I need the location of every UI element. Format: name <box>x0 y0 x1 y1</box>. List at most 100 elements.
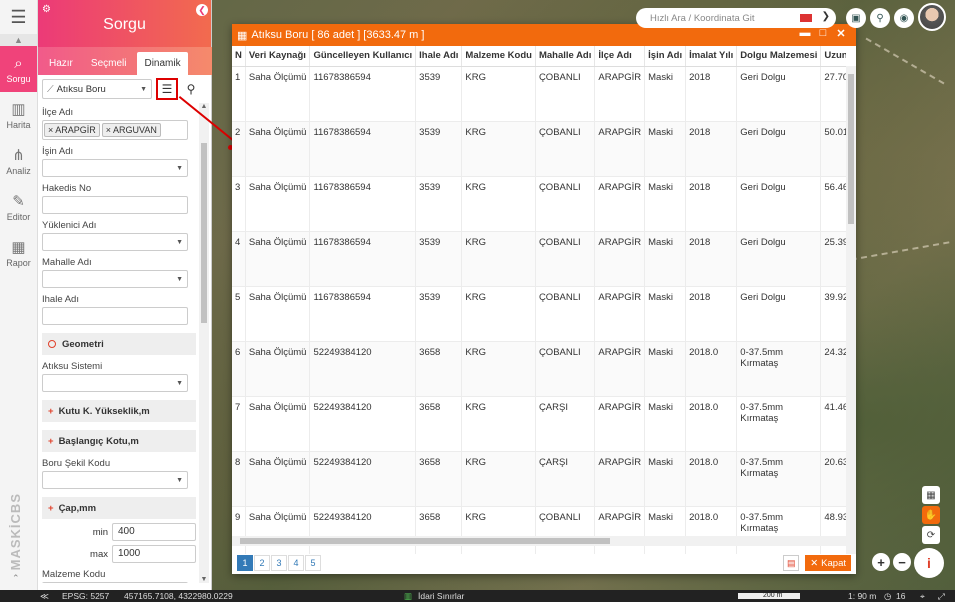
table-row[interactable]: 3 Saha Ölçümü 11678386594 3539 KRG ÇOBANLI ARA… <box>232 176 846 232</box>
section-geometri[interactable]: Geometri <box>42 333 196 355</box>
table-row[interactable]: 2 Saha Ölçümü 11678386594 3539 KRG ÇOBANLI ARA… <box>232 121 846 177</box>
close-icon[interactable]: ✕ <box>832 27 850 40</box>
scroll-thumb[interactable] <box>848 74 854 224</box>
column-header[interactable]: Ihale Adı <box>415 46 463 67</box>
page-button[interactable]: 5 <box>305 555 321 571</box>
column-header[interactable]: İşin Adı <box>644 46 687 67</box>
scroll-up-icon[interactable]: ▲ <box>199 103 209 110</box>
min-input[interactable]: 400 <box>112 523 196 541</box>
sorgu-panel: ⚙ Sorgu ❮ Hazır Seçmeli Dinamik ⟋ Atıksu… <box>38 0 212 590</box>
atiksu-sistemi-select[interactable]: ▼ <box>42 374 188 392</box>
table-cell: 11678386594 <box>309 66 417 122</box>
epsg-select[interactable]: EPSG: 5257 <box>62 590 109 602</box>
table-v-scrollbar[interactable] <box>846 66 856 554</box>
nav-label: Editor <box>6 212 31 222</box>
page-button[interactable]: 3 <box>271 555 287 571</box>
yuklenici-select[interactable]: ▼ <box>42 233 188 251</box>
analysis-icon: ⋔ <box>12 147 25 164</box>
table-cell: 50.0153563194091 <box>820 121 846 177</box>
tab-dinamik[interactable]: Dinamik <box>137 52 188 75</box>
layer-select[interactable]: ⟋ Atıksu Boru ▼ <box>42 79 152 99</box>
hakedis-input[interactable] <box>42 196 188 214</box>
column-header[interactable]: Mahalle Adı <box>535 46 596 67</box>
max-input[interactable]: 1000 <box>112 545 196 563</box>
refresh-icon[interactable]: ⟳ <box>922 526 940 544</box>
table-row[interactable]: 1 Saha Ölçümü 11678386594 3539 KRG ÇOBANLI ARA… <box>232 66 846 122</box>
table-row[interactable]: 5 Saha Ölçümü 11678386594 3539 KRG ÇOBANLI ARA… <box>232 286 846 342</box>
section-kutu[interactable]: + Kutu K. Yükseklik,m <box>42 400 196 422</box>
ihale-input[interactable] <box>42 307 188 325</box>
table-cell: 52249384120 <box>309 451 417 507</box>
gear-icon[interactable]: ⚙ <box>42 4 51 15</box>
table-row[interactable]: 4 Saha Ölçümü 11678386594 3539 KRG ÇOBANLI ARA… <box>232 231 846 287</box>
table-row[interactable]: 7 Saha Ölçümü 52249384120 3658 KRG ÇARŞI ARAPG… <box>232 396 846 452</box>
column-header[interactable]: Malzeme Kodu <box>461 46 536 67</box>
scroll-thumb[interactable] <box>201 143 207 323</box>
column-header[interactable]: İlçe Adı <box>594 46 646 67</box>
section-baslangic[interactable]: + Başlangıç Kotu,m <box>42 430 196 452</box>
nav-item-editor[interactable]: ✎ Editor <box>0 184 37 230</box>
location-pin-button[interactable]: ⚲ <box>182 79 200 99</box>
avatar[interactable] <box>918 3 946 31</box>
maximize-icon[interactable]: □ <box>814 27 832 40</box>
table-h-scrollbar[interactable] <box>232 536 846 546</box>
malzeme-select[interactable] <box>42 582 188 583</box>
page-button[interactable]: 2 <box>254 555 270 571</box>
isin-select[interactable]: ▼ <box>42 159 188 177</box>
layers-icon[interactable]: ▣ <box>846 8 866 28</box>
column-header[interactable]: N <box>232 46 246 67</box>
table-cell: 6 <box>232 341 246 397</box>
ilce-tag[interactable]: × ARGUVAN <box>101 123 161 137</box>
nav-item-rapor[interactable]: ▦ Rapor <box>0 230 37 276</box>
tab-secmeli[interactable]: Seçmeli <box>84 52 134 75</box>
page-button[interactable]: 1 <box>237 555 253 571</box>
scroll-down-icon[interactable]: ▼ <box>199 576 209 583</box>
table-body: 1 Saha Ölçümü 11678386594 3539 KRG ÇOBANLI ARA… <box>232 66 846 554</box>
fullscreen-icon[interactable]: ⤢ <box>938 590 945 602</box>
table-row[interactable]: 9 Saha Ölçümü 52249384120 3658 KRG ÇOBANLI ARA… <box>232 506 846 554</box>
user-location-icon[interactable]: ⚲ <box>870 8 890 28</box>
crosshair-icon[interactable]: ⌖ <box>920 590 925 602</box>
nav-item-analiz[interactable]: ⋔ Analiz <box>0 138 37 184</box>
table-cell: Saha Ölçümü <box>245 121 311 177</box>
collapse-left-icon[interactable]: ≪ <box>40 590 49 602</box>
collapse-up-icon[interactable]: ▲ <box>0 34 37 46</box>
zoom-out-button[interactable]: − <box>893 553 911 571</box>
left-nav: ☰ ▲ ⌕ Sorgu ▥ Harita ⋔ Analiz ✎ Editor ▦… <box>0 0 38 590</box>
zoom-in-button[interactable]: + <box>872 553 890 571</box>
scroll-top-icon[interactable]: ⌃ <box>12 573 20 584</box>
ilce-multiselect[interactable]: × ARAPGİR × ARGUVAN <box>42 120 188 140</box>
column-header[interactable]: Güncelleyen Kullanıcı <box>309 46 417 67</box>
grid-toggle-icon[interactable]: ▦ <box>922 486 940 504</box>
column-header[interactable]: Dolgu Malzemesi <box>736 46 822 67</box>
page-button[interactable]: 4 <box>288 555 304 571</box>
nav-item-sorgu[interactable]: ⌕ Sorgu <box>0 46 37 92</box>
quick-search[interactable]: Hızlı Ara / Koordinata Git ❯ <box>636 8 836 28</box>
hand-pan-icon[interactable]: ✋ <box>922 506 940 524</box>
hamburger-menu-icon[interactable]: ☰ <box>0 0 37 34</box>
export-file-icon[interactable]: ▤ <box>783 555 800 571</box>
column-header[interactable]: Uzunluk, m <box>820 46 846 67</box>
tab-hazir[interactable]: Hazır <box>42 52 80 75</box>
table-row[interactable]: 6 Saha Ölçümü 52249384120 3658 KRG ÇOBANLI ARA… <box>232 341 846 397</box>
ilce-tag[interactable]: × ARAPGİR <box>44 123 100 137</box>
panel-scrollbar[interactable]: ▲ ▼ <box>199 103 209 583</box>
collapse-panel-icon[interactable]: ❮ <box>196 4 208 16</box>
table-cell: 2018 <box>685 286 738 342</box>
scroll-thumb[interactable] <box>240 538 610 544</box>
minimize-icon[interactable]: ▬ <box>796 27 814 40</box>
close-button[interactable]: ✕ Kapat <box>805 555 851 571</box>
mahalle-select[interactable]: ▼ <box>42 270 188 288</box>
list-view-button[interactable]: ☰ <box>156 78 178 100</box>
boru-sekil-select[interactable]: ▼ <box>42 471 188 489</box>
column-header[interactable]: Veri Kaynağı <box>245 46 311 67</box>
chevron-right-icon[interactable]: ❯ <box>822 11 830 22</box>
flag-icon[interactable] <box>800 14 812 22</box>
table-cell: Maski <box>644 451 687 507</box>
column-header[interactable]: İmalat Yılı <box>685 46 738 67</box>
table-row[interactable]: 8 Saha Ölçümü 52249384120 3658 KRG ÇARŞI ARAPG… <box>232 451 846 507</box>
section-cap[interactable]: + Çap,mm <box>42 497 196 519</box>
info-button[interactable]: i <box>914 548 944 578</box>
globe-icon[interactable]: ◉ <box>894 8 914 28</box>
nav-item-harita[interactable]: ▥ Harita <box>0 92 37 138</box>
